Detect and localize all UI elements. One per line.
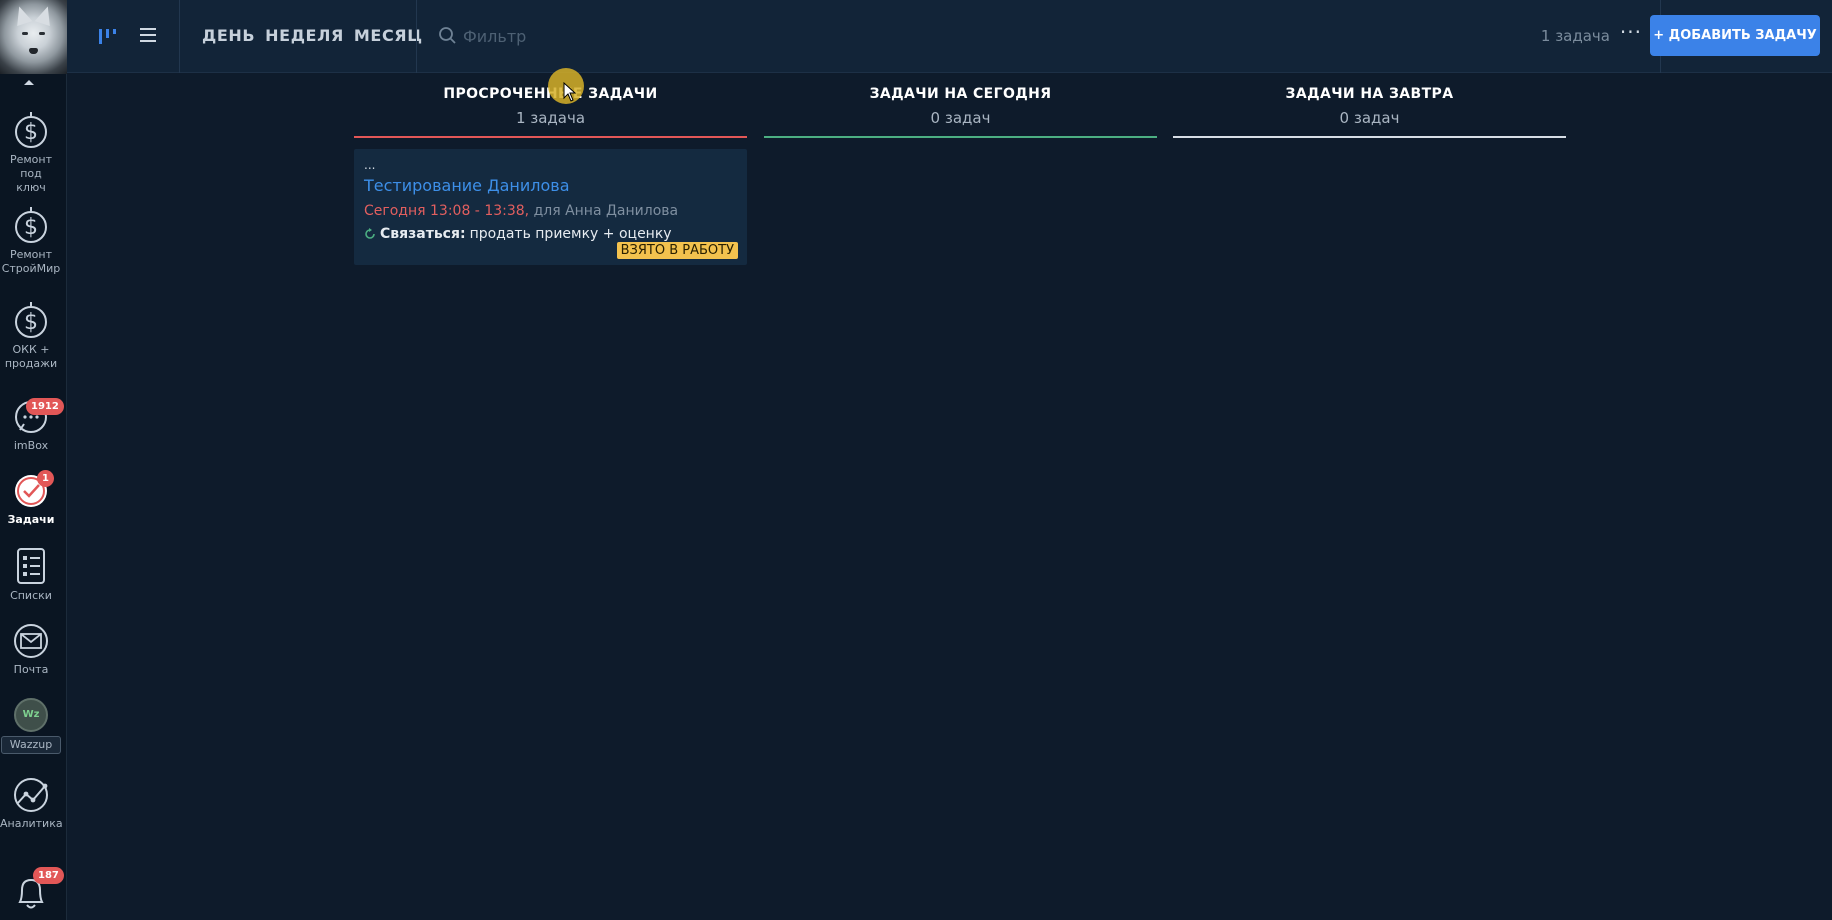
sidebar-item-label: Wazzup [1, 736, 61, 754]
avatar-eye [22, 32, 28, 35]
task-card[interactable]: ... Тестирование Данилова Сегодня 13:08 … [354, 149, 747, 265]
column-title: ЗАДАЧИ НА ЗАВТРА [1285, 86, 1454, 102]
analytics-icon [14, 778, 48, 812]
sidebar-item-tasks[interactable]: 1 Задачи [0, 470, 62, 527]
column-today: ЗАДАЧИ НА СЕГОДНЯ 0 задач [764, 86, 1157, 138]
sidebar-item-remont-stroymir[interactable]: $ Ремонт СтройМир [0, 205, 62, 276]
svg-text:$: $ [24, 310, 38, 335]
task-action-text: продать приемку + оценку [469, 226, 672, 242]
avatar-nose [29, 48, 38, 54]
column-underline [354, 136, 747, 138]
notifications-badge: 187 [33, 867, 64, 884]
sidebar-item-lists[interactable]: Списки [0, 546, 62, 603]
app-root: $ Ремонт под ключ $ Ремонт СтройМир $ ОК… [0, 0, 1832, 920]
sidebar-item-label: Почта [13, 663, 49, 676]
tab-day[interactable]: ДЕНЬ [202, 26, 255, 45]
wazzup-icon: Wz [14, 698, 48, 732]
column-underline [764, 136, 1157, 138]
task-menu-dots[interactable]: ... [364, 159, 737, 171]
collapse-arrow-icon[interactable] [24, 80, 34, 85]
sidebar-item-okk-prodazhi[interactable]: $ ОКК + продажи [0, 300, 62, 371]
tasks-badge: 1 [37, 470, 54, 487]
column-title: ЗАДАЧИ НА СЕГОДНЯ [869, 86, 1052, 102]
more-options-button[interactable]: ··· [1620, 20, 1642, 44]
sidebar-item-wazzup[interactable]: Wz Wazzup [0, 698, 62, 754]
sidebar-item-remont-pod-klyuch[interactable]: $ Ремонт под ключ [0, 110, 62, 195]
task-time-row: Сегодня 13:08 - 13:38, для Анна Данилова [364, 203, 737, 219]
sidebar-item-label: Ремонт [9, 248, 53, 261]
sidebar-item-label: Списки [10, 589, 52, 602]
tab-week[interactable]: НЕДЕЛЯ [265, 26, 344, 45]
kanban-view-icon[interactable] [97, 26, 117, 46]
sidebar-item-label: Аналитика [0, 817, 63, 830]
sidebar-item-imbox[interactable]: 1912 imBox [0, 398, 64, 453]
sidebar: $ Ремонт под ключ $ Ремонт СтройМир $ ОК… [0, 0, 67, 920]
sidebar-item-mail[interactable]: Почта [0, 622, 62, 677]
sidebar-item-analytics[interactable]: Аналитика [0, 776, 63, 831]
dollar-icon: $ [15, 207, 47, 243]
sidebar-item-label: Задачи [7, 513, 55, 526]
filter-input[interactable] [463, 22, 1063, 50]
sidebar-item-label: ОКК + [12, 343, 50, 356]
divider [416, 0, 417, 73]
column-count: 1 задача [515, 109, 586, 127]
cursor-arrow-icon [563, 82, 577, 102]
dollar-icon: $ [15, 302, 47, 338]
dollar-icon: $ [15, 112, 47, 148]
avatar-ear [34, 3, 56, 27]
mail-icon [14, 624, 48, 658]
divider [179, 0, 180, 73]
sidebar-item-label: продажи [4, 357, 58, 370]
avatar[interactable] [0, 0, 67, 74]
task-action-type: Связаться: [380, 226, 466, 242]
column-count: 0 задач [1339, 109, 1400, 127]
refresh-icon [365, 228, 375, 239]
avatar-ear [11, 3, 33, 27]
task-time: Сегодня 13:08 - 13:38, [364, 203, 530, 219]
sidebar-item-label: ключ [16, 181, 46, 194]
sidebar-item-label: imBox [13, 439, 49, 452]
sidebar-item-label: СтройМир [1, 262, 61, 275]
add-task-button[interactable]: + ДОБАВИТЬ ЗАДАЧУ [1650, 15, 1820, 56]
task-count: 1 задача [1540, 27, 1610, 45]
column-underline [1173, 136, 1566, 138]
column-count: 0 задач [930, 109, 991, 127]
task-title-link[interactable]: Тестирование Данилова [364, 176, 737, 195]
column-tomorrow: ЗАДАЧИ НА ЗАВТРА 0 задач [1173, 86, 1566, 138]
svg-text:$: $ [24, 120, 38, 145]
status-badge: ВЗЯТО В РАБОТУ [616, 242, 738, 259]
svg-text:$: $ [24, 215, 38, 240]
search-icon [439, 27, 456, 44]
sidebar-item-notifications[interactable]: 187 [0, 867, 64, 912]
task-action-row: Связаться: продать приемку + оценку [364, 226, 737, 242]
period-tabs: ДЕНЬ НЕДЕЛЯ МЕСЯЦ [202, 26, 423, 45]
unread-badge: 1912 [26, 398, 64, 415]
list-icon [17, 548, 45, 584]
avatar-eye [39, 32, 45, 35]
topbar: ДЕНЬ НЕДЕЛЯ МЕСЯЦ 1 задача ··· + ДОБАВИТ… [67, 0, 1832, 73]
menu-icon[interactable] [137, 24, 159, 46]
tab-month[interactable]: МЕСЯЦ [354, 26, 423, 45]
task-assignee: для Анна Данилова [533, 203, 679, 219]
sidebar-item-label: Ремонт под [9, 153, 53, 180]
